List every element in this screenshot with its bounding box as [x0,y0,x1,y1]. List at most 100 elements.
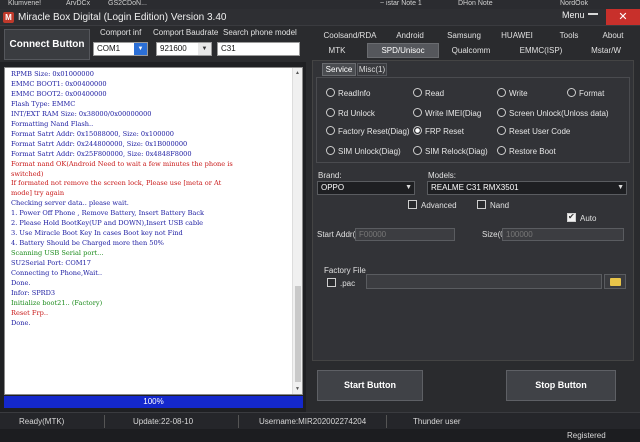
radio-rd-unlock[interactable]: Rd Unlock [326,108,375,119]
tab-spd-unisoc[interactable]: SPD/Unisoc [367,43,439,58]
stop-button[interactable]: Stop Button [506,370,616,401]
checkbox-icon[interactable] [327,278,336,287]
baudrate-label: Comport Baudrate [153,28,219,37]
radio-label: SIM Unlock(Diag) [338,147,401,156]
footer-bar: Registered [0,429,640,442]
tab-qualcomm[interactable]: Qualcomm [449,44,493,57]
checkbox-label: Advanced [421,201,457,210]
tab-tools[interactable]: Tools [555,29,583,42]
taskbar-item[interactable]: DHon Note [458,0,493,7]
radio-reset-user-code[interactable]: Reset User Code [497,126,570,137]
log-line: Reset Frp.. [11,308,49,317]
radio-label: Write [509,89,528,98]
close-button[interactable]: ✕ [606,9,640,25]
subtab-service[interactable]: Service [322,63,356,76]
radio-icon[interactable] [567,88,576,97]
taskbar-item[interactable]: ~ istar Note 1 [380,0,422,7]
radio-write-imei[interactable]: Write IMEI(Diag [413,108,481,119]
log-lines: RPMB Size: 0x01000000 EMMC BOOT1: 0x00400… [11,70,293,329]
radio-icon[interactable] [326,126,335,135]
radio-icon[interactable] [413,88,422,97]
radio-icon[interactable] [497,146,506,155]
radio-format[interactable]: Format [567,88,604,99]
radio-readinfo[interactable]: ReadInfo [326,88,370,99]
radio-icon[interactable] [497,126,506,135]
radio-sim-relock[interactable]: SIM Relock(Diag) [413,146,488,157]
factory-file-path[interactable] [366,274,602,289]
advanced-checkbox[interactable]: Advanced [408,200,457,211]
registered-label: Registered [567,431,606,440]
log-line: EMMC BOOT1: 0x00400000 [11,79,107,88]
minimize-icon[interactable] [587,13,598,15]
checkbox-checked-icon[interactable] [567,212,576,222]
menu-button[interactable]: Menu [562,10,598,20]
subtab-misc[interactable]: Misc(1) [357,63,387,76]
taskbar-item[interactable]: GS2CDoN... [108,0,147,7]
scroll-down-icon[interactable]: ▼ [295,386,300,392]
log-line: SU2Serial Port: COM17 [11,259,91,268]
connect-button[interactable]: Connect Button [4,29,90,60]
status-update: Update:22-08-10 [133,417,194,426]
radio-label: Read [425,89,445,98]
radio-factory-reset[interactable]: Factory Reset(Diag) [326,126,410,137]
tab-coolsand-rda[interactable]: Coolsand/RDA [321,29,379,42]
size-input[interactable]: 100000 [502,228,624,241]
tab-mstar[interactable]: Mstar/W [586,44,626,57]
radio-label: Restore Boot [509,147,556,156]
nand-checkbox[interactable]: Nand [477,200,509,211]
tab-about[interactable]: About [598,29,628,42]
tab-mtk[interactable]: MTK [322,44,352,57]
factory-file-checkbox[interactable]: .pac [327,278,355,289]
comport-select[interactable]: COM1 ▼ [93,42,148,56]
radio-read[interactable]: Read [413,88,444,99]
log-line: Initialize boot21.. (Factory) [11,298,103,307]
start-addr-input[interactable]: F00000 [355,228,455,241]
model-select[interactable]: REALME C31 RMX3501 ▼ [427,181,627,195]
status-divider [104,415,105,428]
log-scrollbar[interactable]: ▲ ▼ [292,68,302,394]
search-model-input[interactable]: C31 [217,42,300,56]
radio-icon[interactable] [497,108,506,117]
brand-value: OPPO [321,183,345,192]
scroll-up-icon[interactable]: ▲ [295,70,300,76]
chevron-down-icon[interactable]: ▼ [198,43,211,55]
chevron-down-icon[interactable]: ▼ [405,182,412,194]
radio-frp-reset[interactable]: FRP Reset [413,126,464,137]
taskbar-item[interactable]: NordOok [560,0,588,7]
brand-select[interactable]: OPPO ▼ [317,181,415,195]
radio-restore-boot[interactable]: Restore Boot [497,146,556,157]
status-username: Username:MIR202002274204 [259,417,367,426]
browse-button[interactable] [604,274,626,289]
chevron-down-icon[interactable]: ▼ [617,182,624,194]
start-button[interactable]: Start Button [317,370,423,401]
tab-samsung[interactable]: Samsung [443,29,485,42]
radio-sim-unlock[interactable]: SIM Unlock(Diag) [326,146,401,157]
log-line: If formated not remove the screen lock, … [11,179,222,188]
taskbar-item[interactable]: ArvDCx [66,0,90,7]
radio-icon[interactable] [497,88,506,97]
checkbox-icon[interactable] [408,200,417,209]
tab-huawei[interactable]: HUAWEI [497,29,537,42]
taskbar-item[interactable]: Klumvene! [8,0,41,7]
log-line: 2. Please Hold BootKey(UP and DOWN),Inse… [11,219,204,228]
window-title: Miracle Box Digital (Login Edition) Vers… [18,12,227,23]
radio-write[interactable]: Write [497,88,528,99]
auto-checkbox[interactable]: Auto [567,212,596,224]
checkbox-icon[interactable] [477,200,486,209]
radio-label: Screen Unlock(Unloss data) [509,109,609,118]
tab-android[interactable]: Android [393,29,427,42]
radio-icon[interactable] [413,108,422,117]
title-bar: M Miracle Box Digital (Login Edition) Ve… [0,9,640,26]
chevron-down-icon[interactable]: ▼ [134,43,147,55]
radio-icon[interactable] [413,146,422,155]
scrollbar-thumb[interactable] [295,286,301,382]
radio-selected-icon[interactable] [413,126,422,135]
radio-icon[interactable] [326,146,335,155]
radio-screen-unlock[interactable]: Screen Unlock(Unloss data) [497,108,609,119]
radio-label: Reset User Code [509,127,571,136]
tab-emmc-isp[interactable]: EMMC(ISP) [516,44,566,57]
radio-icon[interactable] [326,108,335,117]
baudrate-select[interactable]: 921600 ▼ [156,42,212,56]
radio-icon[interactable] [326,88,335,97]
comport-label: Comport inf [100,28,142,37]
